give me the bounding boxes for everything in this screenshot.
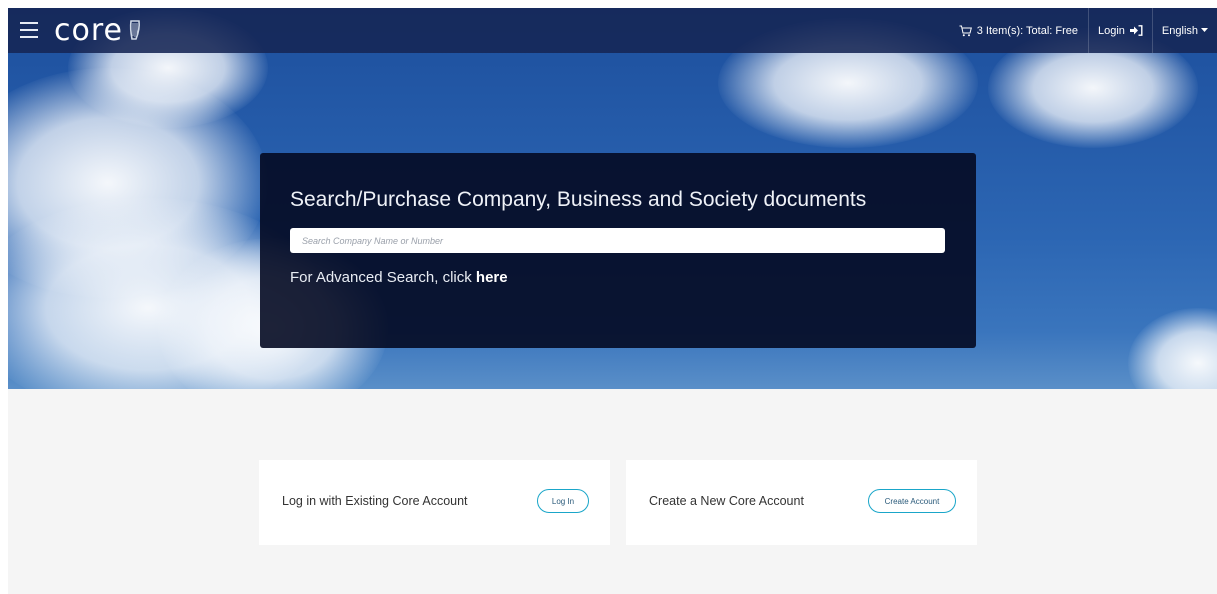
cart-text: 3 Item(s): Total: Free: [976, 24, 1078, 37]
hamburger-menu-icon[interactable]: [20, 22, 38, 38]
core-logo[interactable]: core: [54, 12, 142, 48]
log-in-button[interactable]: Log In: [537, 489, 589, 513]
login-label: Login: [1098, 24, 1125, 37]
language-label: English: [1161, 24, 1198, 37]
harp-icon: [129, 20, 140, 40]
cart-icon: [959, 25, 972, 37]
language-dropdown[interactable]: English: [1151, 8, 1217, 53]
create-account-button[interactable]: Create Account: [868, 489, 956, 513]
advanced-search-prefix: For Advanced Search, click: [290, 269, 476, 286]
search-title: Search/Purchase Company, Business and So…: [290, 188, 867, 211]
account-section: Log in with Existing Core Account Log In…: [8, 389, 1217, 594]
logo-text: core: [54, 12, 123, 48]
page: core 3 Item(s): Total: Free Login Englis…: [0, 0, 1217, 594]
advanced-search-link[interactable]: here: [476, 269, 508, 286]
cart-summary[interactable]: 3 Item(s): Total: Free: [950, 8, 1088, 53]
login-link[interactable]: Login: [1088, 8, 1152, 53]
create-account-card-label: Create a New Core Account: [649, 494, 804, 508]
advanced-search-text: For Advanced Search, click here: [290, 269, 508, 286]
sign-in-icon: [1129, 25, 1143, 36]
company-search-input[interactable]: [290, 228, 945, 253]
caret-down-icon: [1201, 28, 1208, 33]
login-card: Log in with Existing Core Account Log In: [259, 460, 610, 545]
search-panel: Search/Purchase Company, Business and So…: [260, 153, 976, 348]
create-account-card: Create a New Core Account Create Account: [626, 460, 977, 545]
navbar-right: 3 Item(s): Total: Free Login English: [950, 8, 1217, 53]
login-card-label: Log in with Existing Core Account: [282, 494, 468, 508]
cloud-decoration: [1128, 308, 1217, 389]
top-navbar: core 3 Item(s): Total: Free Login Englis…: [8, 8, 1217, 53]
